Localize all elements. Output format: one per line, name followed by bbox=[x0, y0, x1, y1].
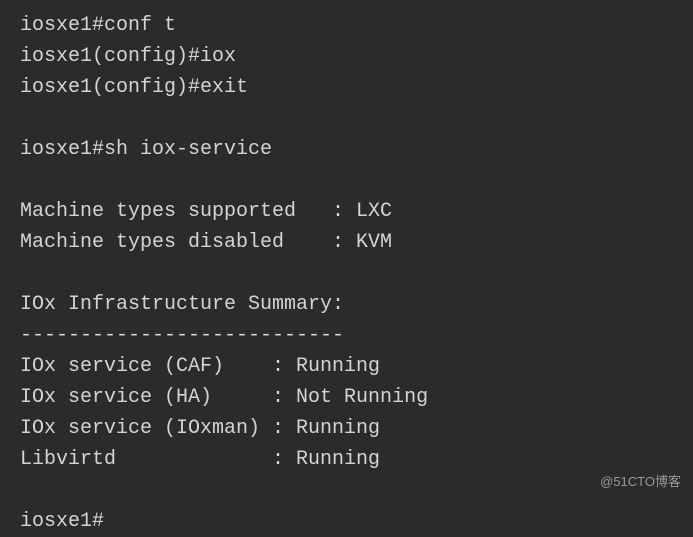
prompt-hostname: iosxe1 bbox=[20, 14, 92, 37]
terminal-output-line: Libvirtd : Running bbox=[20, 444, 673, 475]
terminal-command-line: iosxe1#conf t bbox=[20, 10, 673, 41]
terminal-output-line: IOx Infrastructure Summary: bbox=[20, 289, 673, 320]
prompt-symbol: # bbox=[92, 138, 104, 161]
terminal-output-line: IOx service (IOxman) : Running bbox=[20, 413, 673, 444]
terminal-output[interactable]: iosxe1#conf tiosxe1(config)#ioxiosxe1(co… bbox=[20, 10, 673, 537]
terminal-command-line: iosxe1(config)#exit bbox=[20, 72, 673, 103]
terminal-blank-line bbox=[20, 165, 673, 196]
terminal-output-line: --------------------------- bbox=[20, 320, 673, 351]
command-text: exit bbox=[200, 76, 248, 99]
prompt-symbol: # bbox=[188, 76, 200, 99]
terminal-output-line: Machine types disabled : KVM bbox=[20, 227, 673, 258]
terminal-blank-line bbox=[20, 258, 673, 289]
prompt-hostname: iosxe1 bbox=[20, 510, 92, 533]
terminal-command-line: iosxe1(config)#iox bbox=[20, 41, 673, 72]
command-text: sh iox-service bbox=[104, 138, 272, 161]
command-text: iox bbox=[200, 45, 236, 68]
terminal-blank-line bbox=[20, 475, 673, 506]
prompt-mode: (config) bbox=[92, 76, 188, 99]
terminal-blank-line bbox=[20, 103, 673, 134]
prompt-symbol: # bbox=[188, 45, 200, 68]
watermark-text: @51CTO博客 bbox=[600, 472, 681, 492]
terminal-output-line: Machine types supported : LXC bbox=[20, 196, 673, 227]
terminal-command-line: iosxe1#sh iox-service bbox=[20, 134, 673, 165]
prompt-hostname: iosxe1 bbox=[20, 138, 92, 161]
prompt-hostname: iosxe1 bbox=[20, 76, 92, 99]
prompt-hostname: iosxe1 bbox=[20, 45, 92, 68]
terminal-output-line: IOx service (CAF) : Running bbox=[20, 351, 673, 382]
prompt-symbol: # bbox=[92, 14, 104, 37]
command-text: conf t bbox=[104, 14, 176, 37]
prompt-symbol: # bbox=[92, 510, 104, 533]
terminal-output-line: IOx service (HA) : Not Running bbox=[20, 382, 673, 413]
prompt-mode: (config) bbox=[92, 45, 188, 68]
terminal-command-line: iosxe1# bbox=[20, 506, 673, 537]
